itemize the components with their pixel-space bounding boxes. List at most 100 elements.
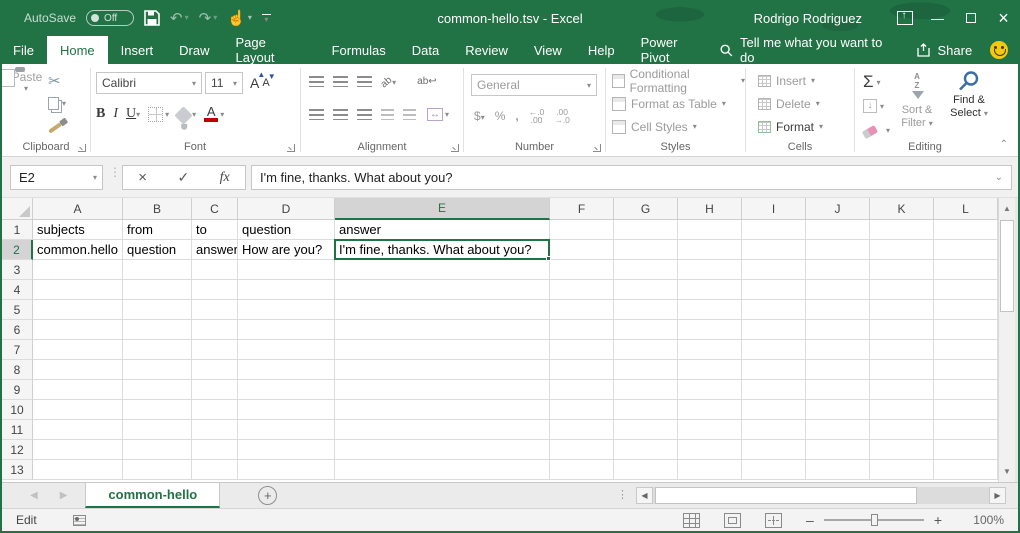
cell-F9[interactable] [550, 380, 614, 400]
cell-G13[interactable] [614, 460, 678, 480]
number-dialog-launcher[interactable] [593, 144, 601, 152]
column-header-L[interactable]: L [934, 198, 998, 220]
ribbon-display-options-button[interactable] [888, 0, 921, 36]
scroll-right-icon[interactable]: ▶ [989, 487, 1006, 504]
row-header-1[interactable]: 1 [2, 220, 33, 240]
cell-J7[interactable] [806, 340, 870, 360]
horizontal-scroll-thumb[interactable] [655, 487, 917, 504]
cell-B9[interactable] [123, 380, 192, 400]
cell-C6[interactable] [192, 320, 238, 340]
tab-data[interactable]: Data [399, 36, 452, 64]
cell-B10[interactable] [123, 400, 192, 420]
row-header-9[interactable]: 9 [2, 380, 33, 400]
font-dialog-launcher[interactable] [287, 144, 295, 152]
cell-H10[interactable] [678, 400, 742, 420]
cell-I6[interactable] [742, 320, 806, 340]
cell-H9[interactable] [678, 380, 742, 400]
cell-H7[interactable] [678, 340, 742, 360]
macro-record-icon[interactable] [73, 515, 86, 526]
cell-J11[interactable] [806, 420, 870, 440]
zoom-slider[interactable] [824, 519, 924, 521]
cell-A4[interactable] [33, 280, 123, 300]
format-painter-button[interactable] [48, 114, 86, 136]
cell-F7[interactable] [550, 340, 614, 360]
row-header-10[interactable]: 10 [2, 400, 33, 420]
cell-H11[interactable] [678, 420, 742, 440]
row-header-3[interactable]: 3 [2, 260, 33, 280]
formula-input[interactable]: I'm fine, thanks. What about you? ⌄ [251, 165, 1012, 190]
cell-L1[interactable] [934, 220, 998, 240]
cell-K11[interactable] [870, 420, 934, 440]
copy-button[interactable]: ▾ [48, 92, 86, 114]
column-header-B[interactable]: B [123, 198, 192, 220]
cell-F5[interactable] [550, 300, 614, 320]
row-header-12[interactable]: 12 [2, 440, 33, 460]
decrease-decimal-button[interactable]: .00→.0 [554, 108, 570, 124]
cell-H5[interactable] [678, 300, 742, 320]
zoom-in-button[interactable]: + [934, 512, 942, 528]
column-header-A[interactable]: A [33, 198, 123, 220]
select-all-corner[interactable] [2, 198, 33, 220]
cell-G4[interactable] [614, 280, 678, 300]
cell-D7[interactable] [238, 340, 335, 360]
sort-filter-button[interactable]: AZ Sort &Filter ▾ [891, 70, 943, 130]
expand-formula-bar-icon[interactable]: ⌄ [995, 172, 1003, 183]
cell-J2[interactable] [806, 240, 870, 260]
italic-button[interactable]: I [113, 106, 118, 122]
font-color-button[interactable]: A▾ [204, 106, 224, 122]
borders-button[interactable]: ▾ [148, 107, 169, 122]
column-header-D[interactable]: D [238, 198, 335, 220]
cell-E5[interactable] [335, 300, 550, 320]
cell-C10[interactable] [192, 400, 238, 420]
cell-D8[interactable] [238, 360, 335, 380]
cell-C13[interactable] [192, 460, 238, 480]
cell-J9[interactable] [806, 380, 870, 400]
cell-I5[interactable] [742, 300, 806, 320]
cell-K10[interactable] [870, 400, 934, 420]
cell-C5[interactable] [192, 300, 238, 320]
cell-H12[interactable] [678, 440, 742, 460]
merge-center-button[interactable]: ↔▾ [427, 108, 449, 121]
undo-dropdown-icon[interactable]: ▾ [185, 14, 189, 22]
zoom-percentage[interactable]: 100% [966, 513, 1004, 527]
cell-G8[interactable] [614, 360, 678, 380]
cell-L11[interactable] [934, 420, 998, 440]
cell-D3[interactable] [238, 260, 335, 280]
cell-A7[interactable] [33, 340, 123, 360]
zoom-out-button[interactable]: – [806, 512, 814, 528]
cell-A1[interactable]: subjects [33, 220, 123, 240]
cell-B6[interactable] [123, 320, 192, 340]
cell-C11[interactable] [192, 420, 238, 440]
decrease-font-size-button[interactable]: A▼ [262, 77, 269, 89]
cut-button[interactable]: ✂ [48, 70, 86, 92]
number-format-select[interactable]: General▾ [471, 74, 597, 96]
enter-button[interactable]: ✓ [177, 169, 189, 186]
cell-D13[interactable] [238, 460, 335, 480]
close-button[interactable]: × [987, 0, 1020, 36]
underline-button[interactable]: U▾ [126, 106, 140, 122]
cell-K2[interactable] [870, 240, 934, 260]
cell-J1[interactable] [806, 220, 870, 240]
row-header-13[interactable]: 13 [2, 460, 33, 480]
cell-F6[interactable] [550, 320, 614, 340]
cell-I7[interactable] [742, 340, 806, 360]
row-header-5[interactable]: 5 [2, 300, 33, 320]
wrap-text-button[interactable]: ab↩ [417, 76, 437, 87]
tab-formulas[interactable]: Formulas [319, 36, 399, 64]
cell-L4[interactable] [934, 280, 998, 300]
vertical-scroll-thumb[interactable] [1000, 220, 1014, 312]
save-button[interactable] [144, 10, 160, 26]
cell-K4[interactable] [870, 280, 934, 300]
align-left-button[interactable] [309, 109, 324, 120]
format-button[interactable]: Format▾ [752, 115, 823, 138]
scroll-down-icon[interactable]: ▼ [999, 463, 1015, 480]
cell-E1[interactable]: answer [335, 220, 550, 240]
undo-button[interactable]: ↶▾ [170, 11, 189, 26]
cell-B1[interactable]: from [123, 220, 192, 240]
column-header-H[interactable]: H [678, 198, 742, 220]
cell-J3[interactable] [806, 260, 870, 280]
customize-qat-button[interactable]: ▾ [262, 14, 271, 22]
page-break-view-icon[interactable] [765, 513, 782, 528]
cell-I8[interactable] [742, 360, 806, 380]
fill-handle[interactable] [546, 256, 551, 261]
